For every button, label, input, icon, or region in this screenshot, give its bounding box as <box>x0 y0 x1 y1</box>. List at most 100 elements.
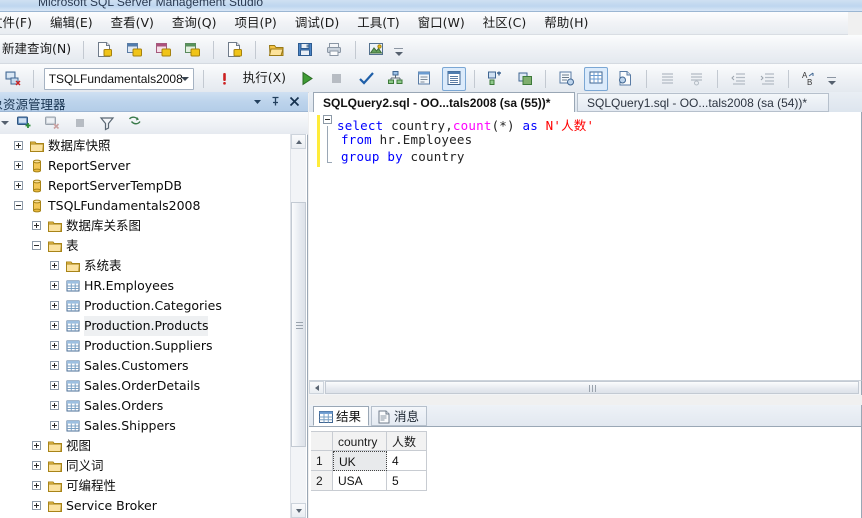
analysis-services-mdx-query-icon[interactable] <box>151 38 175 62</box>
tree-node[interactable]: Production.Categories <box>0 296 307 316</box>
tree-node[interactable]: TSQLFundamentals2008 <box>0 196 307 216</box>
sql-editor[interactable]: select country,count(*) as N'人数' from hr.… <box>309 112 862 380</box>
expand-icon[interactable] <box>50 321 59 330</box>
stop-icon[interactable] <box>69 113 91 133</box>
spell-check-icon[interactable]: A B <box>797 67 821 91</box>
menu-file[interactable]: 文件(F) <box>0 12 41 34</box>
summary-icon[interactable] <box>365 38 389 62</box>
expand-icon[interactable] <box>50 421 59 430</box>
row-number[interactable]: 2 <box>311 471 333 491</box>
expand-icon[interactable] <box>50 401 59 410</box>
tree-node[interactable]: 表 <box>0 236 307 256</box>
query-options-icon[interactable] <box>413 67 437 91</box>
editor-tab[interactable]: SQLQuery2.sql - OO...tals2008 (sa (55))* <box>313 92 575 112</box>
tree-node[interactable]: ReportServerTempDB <box>0 176 307 196</box>
include-client-statistics-icon[interactable] <box>484 67 508 91</box>
tree-node[interactable]: Sales.Orders <box>0 396 307 416</box>
decrease-indent-icon[interactable] <box>726 67 750 91</box>
collapse-icon[interactable] <box>14 201 23 210</box>
results-to-text-icon[interactable] <box>555 67 579 91</box>
menu-project[interactable]: 项目(P) <box>226 12 286 34</box>
connect-object-explorer-icon[interactable] <box>1 67 25 91</box>
expand-icon[interactable] <box>32 501 41 510</box>
toolbar-overflow-button[interactable] <box>393 39 404 61</box>
results-tab[interactable]: 消息 <box>371 406 427 426</box>
results-to-file-icon[interactable] <box>614 67 638 91</box>
grid-corner-cell[interactable] <box>311 431 333 451</box>
tree-node[interactable]: 视图 <box>0 436 307 456</box>
expand-icon[interactable] <box>50 301 59 310</box>
tree-node[interactable]: 系统表 <box>0 256 307 276</box>
expand-icon[interactable] <box>32 441 41 450</box>
display-estimated-plan-icon[interactable] <box>383 67 407 91</box>
menu-view[interactable]: 查看(V) <box>102 12 163 34</box>
expand-icon[interactable] <box>14 161 23 170</box>
expand-icon[interactable] <box>32 461 41 470</box>
expand-icon[interactable] <box>50 361 59 370</box>
refresh-icon[interactable] <box>124 113 146 133</box>
stop-icon[interactable] <box>325 67 349 91</box>
results-to-grid-active-icon[interactable] <box>584 66 609 91</box>
column-header[interactable]: 人数 <box>387 431 427 451</box>
tree-node[interactable]: Sales.OrderDetails <box>0 376 307 396</box>
menu-help[interactable]: 帮助(H) <box>535 12 597 34</box>
tree-node[interactable]: 同义词 <box>0 456 307 476</box>
expand-icon[interactable] <box>50 381 59 390</box>
tree-node[interactable]: Production.Products <box>0 316 307 336</box>
chevron-down-icon[interactable] <box>251 95 264 108</box>
play-icon[interactable] <box>295 67 319 91</box>
debug-icon[interactable] <box>212 67 236 91</box>
scroll-up-button[interactable] <box>291 134 306 149</box>
menu-query[interactable]: 查询(Q) <box>163 12 226 34</box>
code-fold-toggle[interactable] <box>323 115 332 124</box>
include-actual-plan-icon[interactable] <box>442 66 467 91</box>
connect-icon[interactable] <box>14 113 36 133</box>
tree-node[interactable]: Sales.Customers <box>0 356 307 376</box>
save-icon[interactable] <box>294 38 318 62</box>
table-cell[interactable]: USA <box>333 471 387 491</box>
new-file-icon[interactable] <box>223 38 247 62</box>
pin-icon[interactable] <box>269 95 282 108</box>
object-explorer-scrollbar[interactable] <box>290 134 306 518</box>
expand-icon[interactable] <box>32 481 41 490</box>
hscrollbar-thumb[interactable] <box>325 381 859 394</box>
tree-node[interactable]: ReportServer <box>0 156 307 176</box>
tree-node[interactable]: 数据库关系图 <box>0 216 307 236</box>
menu-window[interactable]: 窗口(W) <box>409 12 474 34</box>
row-number[interactable]: 1 <box>311 451 333 471</box>
table-cell[interactable]: UK <box>333 451 387 471</box>
comment-icon[interactable] <box>655 67 679 91</box>
scroll-left-button[interactable] <box>309 381 324 394</box>
new-query-icon[interactable] <box>93 38 117 62</box>
database-engine-query-icon[interactable] <box>122 38 146 62</box>
menu-tools[interactable]: 工具(T) <box>348 12 408 34</box>
parse-check-icon[interactable] <box>354 67 378 91</box>
tree-node[interactable]: Service Broker <box>0 496 307 516</box>
open-file-icon[interactable] <box>264 38 288 62</box>
expand-icon[interactable] <box>50 261 59 270</box>
increase-indent-icon[interactable] <box>756 67 780 91</box>
column-header[interactable]: country <box>333 431 387 451</box>
editor-horizontal-scrollbar[interactable] <box>309 380 862 395</box>
disconnect-icon[interactable] <box>42 113 64 133</box>
collapse-icon[interactable] <box>32 241 41 250</box>
expand-icon[interactable] <box>32 221 41 230</box>
scrollbar-thumb[interactable] <box>291 202 306 447</box>
menu-debug[interactable]: 调试(D) <box>286 12 348 34</box>
expand-icon[interactable] <box>50 341 59 350</box>
tree-node[interactable]: 可编程性 <box>0 476 307 496</box>
uncomment-icon[interactable] <box>685 67 709 91</box>
object-explorer-tree[interactable]: 数据库快照 ReportServer ReportServerTempDB TSQLF… <box>0 134 307 518</box>
expand-icon[interactable] <box>14 141 23 150</box>
tree-node[interactable]: Production.Suppliers <box>0 336 307 356</box>
toolbar-chevron-icon[interactable] <box>0 112 10 132</box>
toolbar2-overflow-button[interactable] <box>826 68 837 90</box>
table-cell[interactable]: 4 <box>387 451 427 471</box>
analysis-services-dmx-query-icon[interactable] <box>181 38 205 62</box>
results-tab[interactable]: 结果 <box>313 406 369 426</box>
tree-node[interactable]: Sales.Shippers <box>0 416 307 436</box>
tree-node[interactable]: 数据库快照 <box>0 136 307 156</box>
expand-icon[interactable] <box>14 181 23 190</box>
menu-community[interactable]: 社区(C) <box>474 12 535 34</box>
results-to-grid-icon[interactable] <box>513 67 537 91</box>
